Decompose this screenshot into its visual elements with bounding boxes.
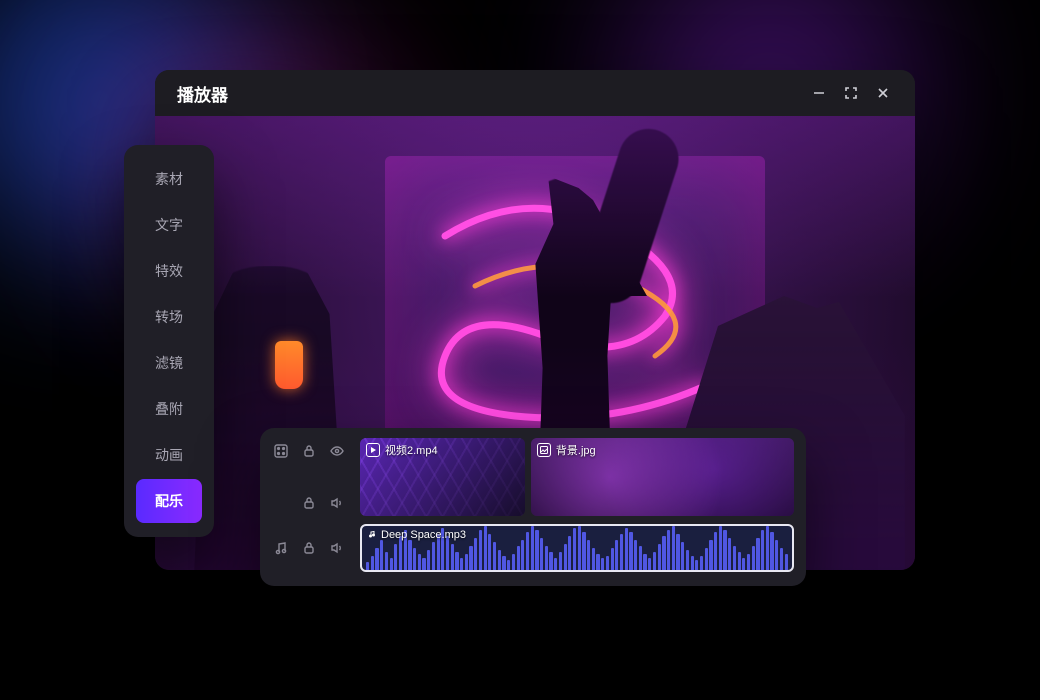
sidebar-item-label: 特效 [155, 261, 183, 281]
sidebar-item-label: 文字 [155, 215, 183, 235]
sidebar-item-animation[interactable]: 动画 [136, 433, 202, 477]
title-bar: 播放器 [155, 70, 915, 116]
image-icon [537, 443, 551, 457]
timeline-panel: 视频2.mp4 背景.jpg Deep Space.mp3 [260, 428, 806, 586]
music-icon[interactable] [272, 539, 290, 557]
audio-track-controls [272, 524, 350, 572]
minimize-button[interactable] [803, 77, 835, 109]
fullscreen-button[interactable] [835, 77, 867, 109]
sidebar-item-filter[interactable]: 滤镜 [136, 341, 202, 385]
sidebar-item-transition[interactable]: 转场 [136, 295, 202, 339]
sidebar-item-music[interactable]: 配乐 [136, 479, 202, 523]
sidebar-item-label: 转场 [155, 307, 183, 327]
sidebar-item-effects[interactable]: 特效 [136, 249, 202, 293]
video-track[interactable]: 视频2.mp4 背景.jpg [360, 438, 794, 516]
sidebar-item-label: 滤镜 [155, 353, 183, 373]
video-track-controls [272, 442, 350, 512]
sidebar-item-label: 素材 [155, 169, 183, 189]
grid-icon[interactable] [272, 442, 290, 460]
eye-icon[interactable] [328, 442, 346, 460]
timeline-clip[interactable]: 背景.jpg [531, 438, 794, 516]
clip-filename: 背景.jpg [556, 442, 596, 458]
timeline-clip[interactable]: 视频2.mp4 [360, 438, 525, 516]
close-button[interactable] [867, 77, 899, 109]
sidebar-item-overlay[interactable]: 叠附 [136, 387, 202, 431]
music-note-icon [368, 529, 376, 541]
sidebar-item-label: 叠附 [155, 399, 183, 419]
sidebar-item-label: 动画 [155, 445, 183, 465]
sidebar-item-label: 配乐 [155, 491, 183, 511]
sidebar-item-media[interactable]: 素材 [136, 157, 202, 201]
audio-track[interactable]: Deep Space.mp3 [360, 524, 794, 572]
lock-icon[interactable] [300, 442, 318, 460]
lock-icon[interactable] [300, 494, 318, 512]
preview-artwork [275, 341, 303, 389]
tools-sidebar: 素材 文字 特效 转场 滤镜 叠附 动画 配乐 [124, 145, 214, 537]
timeline-audio-clip[interactable]: Deep Space.mp3 [360, 524, 794, 572]
clip-label: Deep Space.mp3 [368, 529, 466, 541]
window-title: 播放器 [177, 81, 228, 106]
clip-filename: 视频2.mp4 [385, 442, 438, 458]
timeline-audio-row: Deep Space.mp3 [272, 524, 794, 572]
clip-label: 视频2.mp4 [366, 442, 438, 458]
volume-icon[interactable] [328, 494, 346, 512]
video-icon [366, 443, 380, 457]
clip-filename: Deep Space.mp3 [381, 529, 466, 541]
timeline-video-row: 视频2.mp4 背景.jpg [272, 438, 794, 516]
clip-label: 背景.jpg [537, 442, 596, 458]
volume-icon[interactable] [328, 539, 346, 557]
lock-icon[interactable] [300, 539, 318, 557]
sidebar-item-text[interactable]: 文字 [136, 203, 202, 247]
